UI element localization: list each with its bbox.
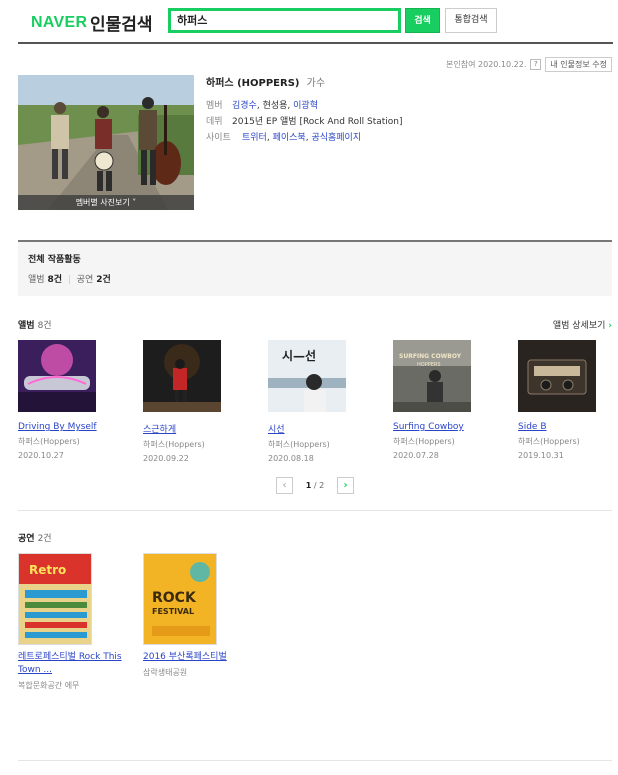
album-cover[interactable]: 시—선 (268, 340, 346, 412)
members-label: 멤버 (206, 101, 223, 111)
show-item: ROCK FESTIVAL 2016 부산록페스티벌 삼락생태공원 (143, 553, 253, 678)
debut-value: 2015년 EP 앨범 [Rock And Roll Station] (232, 117, 403, 127)
show-poster-subtext: FESTIVAL (152, 607, 194, 616)
album-title[interactable]: 시선 (268, 422, 378, 435)
album-date: 2020.07.28 (393, 451, 439, 460)
sites-row: 사이트 트위터, 페이스북, 공식홈페이지 (206, 130, 606, 146)
search-input[interactable]: 하퍼스 (168, 8, 401, 33)
pager-next-button[interactable]: › (337, 476, 354, 494)
show-venue: 복합문화공간 에무 (18, 681, 80, 690)
sites-value: 트위터, 페이스북, 공식홈페이지 (242, 133, 362, 143)
show-poster[interactable]: ROCK FESTIVAL (143, 553, 217, 645)
album-artist: 하퍼스(Hoppers) (143, 440, 205, 449)
profile-name-line: 하퍼스 (HOPPERS) 가수 (206, 74, 606, 89)
summary-show-label[interactable]: 공연 (77, 275, 94, 285)
naver-logo[interactable]: NAVER (31, 14, 87, 32)
edit-profile-button[interactable]: 내 인물정보 수정 (545, 57, 612, 72)
summary-album-label[interactable]: 앨범 (28, 275, 45, 285)
show-poster-text: ROCK (152, 590, 197, 606)
album-cover[interactable] (518, 340, 596, 412)
album-item: SURFING COWBOY HOPPERS Surfing Cowboy 하퍼… (393, 340, 503, 460)
album-date: 2019.10.31 (518, 451, 564, 460)
chevron-left-icon: ‹ (282, 479, 287, 491)
profile-info: 하퍼스 (HOPPERS) 가수 멤버 김경수, 현성용, 이광혁 데뷔 201… (206, 74, 606, 146)
album-cover[interactable] (18, 340, 96, 412)
search-header: NAVER 인물검색 하퍼스 검색 통합검색 (18, 6, 618, 40)
show-poster[interactable]: Retro (18, 553, 92, 645)
chevron-right-icon: › (608, 321, 612, 331)
album-cover-text: 시—선 (282, 348, 316, 363)
album-details-link[interactable]: 앨범 상세보기 › (553, 318, 612, 331)
activity-summary: 전체 작품활동 앨범 8건 | 공연 2건 (18, 240, 612, 296)
member-photos-button[interactable]: 멤버별 사진보기 ˅ (18, 195, 194, 210)
member-link-kim[interactable]: 김경수 (232, 101, 257, 111)
shows-section-title: 공연 2건 (18, 534, 52, 544)
member-text: , 현성용, (256, 101, 294, 111)
album-artist: 하퍼스(Hoppers) (518, 437, 580, 446)
summary-album-count[interactable]: 8건 (47, 275, 62, 285)
show-venue: 삼락생태공원 (143, 668, 188, 677)
album-cover-subtext: HOPPERS (417, 362, 441, 368)
summary-title: 전체 작품활동 (28, 255, 81, 265)
header-divider (18, 42, 613, 44)
show-item: Retro 레트로페스티벌 Rock This Town ... 복합문화공간 … (18, 553, 128, 691)
album-cover-text: SURFING COWBOY (399, 353, 462, 360)
album-pager: ‹ 1 / 2 › (276, 476, 356, 494)
album-title[interactable]: 스근하게 (143, 422, 253, 435)
album-item: 시—선 시선 하퍼스(Hoppers) 2020.08.18 (268, 340, 378, 463)
band-photo-image (18, 75, 194, 210)
update-info: 본인참여 2020.10.22. ? 내 인물정보 수정 (446, 57, 612, 72)
search-button[interactable]: 검색 (405, 8, 440, 33)
album-date: 2020.09.22 (143, 454, 189, 463)
albums-section-title: 앨범 8건 (18, 321, 52, 331)
people-search-title[interactable]: 인물검색 (90, 10, 153, 35)
album-cover[interactable] (143, 340, 221, 412)
debut-label: 데뷔 (206, 117, 223, 127)
chevron-right-icon: › (343, 479, 348, 491)
pager-prev-button[interactable]: ‹ (276, 476, 293, 494)
profile-photo[interactable]: 멤버별 사진보기 ˅ (18, 75, 194, 210)
album-cover[interactable]: SURFING COWBOY HOPPERS (393, 340, 471, 412)
member-link-lee[interactable]: 이광혁 (293, 101, 318, 111)
show-title[interactable]: 2016 부산록페스티벌 (143, 651, 253, 664)
twitter-link[interactable]: 트위터 (242, 133, 267, 143)
members-value: 김경수, 현성용, 이광혁 (232, 98, 318, 114)
footer-divider (18, 760, 612, 761)
show-title[interactable]: 레트로페스티벌 Rock This Town ... (18, 651, 128, 677)
album-date: 2020.10.27 (18, 451, 64, 460)
integrated-search-button[interactable]: 통합검색 (445, 8, 497, 33)
update-date: 본인참여 2020.10.22. (446, 60, 527, 69)
members-row: 멤버 김경수, 현성용, 이광혁 (206, 98, 606, 114)
show-poster-text: Retro (29, 563, 66, 577)
album-artist: 하퍼스(Hoppers) (18, 437, 80, 446)
album-title[interactable]: Driving By Myself (18, 422, 128, 432)
album-item: Driving By Myself 하퍼스(Hoppers) 2020.10.2… (18, 340, 128, 460)
album-item: Side B 하퍼스(Hoppers) 2019.10.31 (518, 340, 618, 460)
album-artist: 하퍼스(Hoppers) (268, 440, 330, 449)
album-title[interactable]: Side B (518, 422, 618, 432)
homepage-link[interactable]: 공식홈페이지 (311, 133, 361, 143)
artist-name: 하퍼스 (HOPPERS) (206, 78, 300, 89)
facebook-link[interactable]: 페이스북 (273, 133, 306, 143)
sites-label: 사이트 (206, 133, 231, 143)
album-item: 스근하게 하퍼스(Hoppers) 2020.09.22 (143, 340, 253, 463)
album-artist: 하퍼스(Hoppers) (393, 437, 455, 446)
summary-counts: 앨범 8건 | 공연 2건 (28, 275, 111, 285)
summary-show-count[interactable]: 2건 (96, 275, 111, 285)
debut-row: 데뷔 2015년 EP 앨범 [Rock And Roll Station] (206, 114, 606, 130)
album-date: 2020.08.18 (268, 454, 314, 463)
album-title[interactable]: Surfing Cowboy (393, 422, 503, 432)
help-icon[interactable]: ? (530, 59, 542, 70)
pager-status: 1 / 2 (305, 480, 325, 490)
section-divider (18, 510, 612, 511)
artist-role: 가수 (306, 78, 326, 89)
